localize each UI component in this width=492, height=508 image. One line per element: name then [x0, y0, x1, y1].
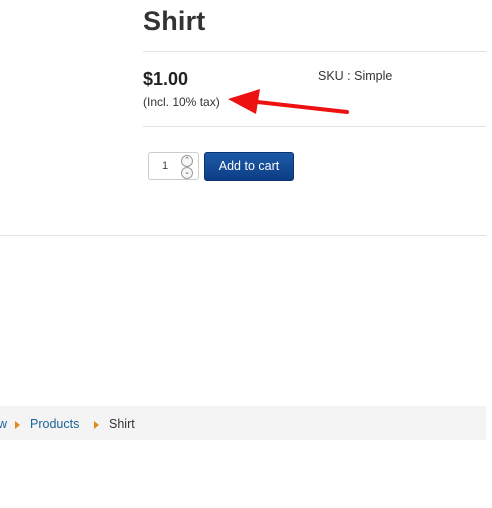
product-sku: SKU : Simple: [318, 69, 393, 83]
breadcrumb-link-previous[interactable]: w: [0, 417, 7, 431]
product-title: Shirt: [143, 6, 206, 36]
breadcrumb-separator-icon: [15, 421, 20, 429]
quantity-value[interactable]: 1: [162, 160, 168, 172]
tax-note: (Incl. 10% tax): [143, 95, 220, 109]
breadcrumb-link-products[interactable]: Products: [30, 417, 79, 431]
title-divider: [143, 51, 486, 52]
price-divider: [143, 126, 486, 127]
product-price: $1.00: [143, 69, 189, 89]
increment-icon[interactable]: ⌃: [181, 155, 193, 167]
breadcrumb-current: Shirt: [109, 417, 135, 431]
decrement-icon[interactable]: ⌄: [181, 167, 193, 179]
add-to-cart-button[interactable]: Add to cart: [204, 152, 294, 181]
annotation-arrow-icon: [228, 89, 349, 114]
breadcrumb: w Products Shirt: [0, 406, 486, 440]
breadcrumb-separator-icon: [94, 421, 99, 429]
quantity-stepper[interactable]: 1 ⌃ ⌄: [148, 152, 199, 180]
section-divider: [0, 235, 486, 236]
